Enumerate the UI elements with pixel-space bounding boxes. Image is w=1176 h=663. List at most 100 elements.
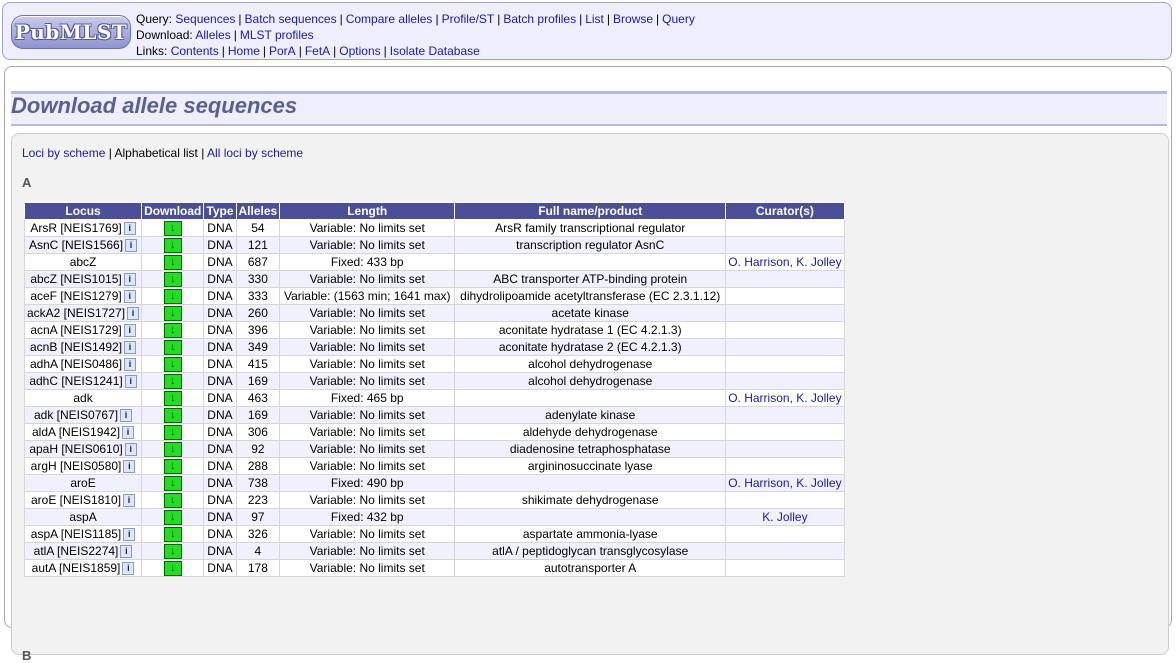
download-icon[interactable]: ↓	[163, 560, 182, 576]
locus-name: atlA [NEIS2274]	[33, 543, 119, 558]
info-icon[interactable]: i	[124, 443, 137, 457]
query-link-batch-profiles[interactable]: Batch profiles	[503, 12, 576, 26]
download-icon[interactable]: ↓	[163, 288, 182, 304]
nav-link-pora[interactable]: PorA	[269, 44, 296, 58]
tab-loci-by-scheme[interactable]: Loci by scheme	[22, 146, 105, 160]
info-icon[interactable]: i	[120, 409, 133, 423]
curator-link[interactable]: O. Harrison, K. Jolley	[728, 476, 841, 490]
nav-link-options[interactable]: Options	[339, 44, 380, 58]
query-link-batch-sequences[interactable]: Batch sequences	[245, 12, 337, 26]
length-cell: Fixed: 432 bp	[279, 508, 456, 526]
download-icon[interactable]: ↓	[163, 543, 182, 559]
length-cell: Variable: No limits set	[279, 338, 456, 356]
full-name-cell: alcohol dehydrogenase	[454, 372, 727, 390]
section-heading-b: B	[22, 648, 32, 663]
info-icon[interactable]: i	[124, 341, 137, 355]
length-cell: Variable: No limits set	[279, 457, 456, 475]
download-icon[interactable]: ↓	[163, 322, 182, 338]
download-icon[interactable]: ↓	[163, 526, 182, 542]
view-tabs: Loci by scheme | Alphabetical list | All…	[22, 146, 303, 160]
download-link-alleles[interactable]: Alleles	[195, 28, 230, 42]
download-icon[interactable]: ↓	[163, 458, 182, 474]
curator-cell	[725, 491, 845, 509]
info-icon[interactable]: i	[122, 562, 135, 576]
info-icon[interactable]: i	[123, 273, 136, 287]
length-cell: Fixed: 433 bp	[279, 253, 456, 271]
full-name-cell: transcription regulator AsnC	[454, 236, 727, 254]
info-icon[interactable]: i	[123, 460, 136, 474]
length-cell: Variable: No limits set	[279, 236, 456, 254]
type-cell: DNA	[203, 304, 237, 322]
table-row: aspA ↓ DNA 97 Fixed: 432 bp K. Jolley	[23, 508, 845, 526]
locus-cell: aldA [NEIS1942] i	[23, 423, 143, 441]
table-row: aldA [NEIS1942] i ↓ DNA 306 Variable: No limi…	[23, 423, 845, 441]
query-link-sequences[interactable]: Sequences	[175, 12, 235, 26]
download-cell: ↓	[141, 457, 205, 475]
info-icon[interactable]: i	[122, 426, 135, 440]
locus-cell: abcZ [NEIS1015] i	[23, 270, 143, 288]
alleles-cell: 687	[235, 253, 281, 271]
link-separator: |	[579, 12, 583, 26]
nav-link-feta[interactable]: FetA	[305, 44, 330, 58]
curator-link[interactable]: O. Harrison, K. Jolley	[728, 255, 841, 269]
info-icon[interactable]: i	[123, 528, 136, 542]
curator-link[interactable]: K. Jolley	[762, 510, 807, 524]
type-cell: DNA	[203, 355, 237, 373]
type-cell: DNA	[203, 542, 237, 560]
download-cell: ↓	[141, 474, 205, 492]
download-icon[interactable]: ↓	[163, 407, 182, 423]
download-cell: ↓	[141, 525, 205, 543]
download-icon[interactable]: ↓	[163, 441, 182, 457]
download-icon[interactable]: ↓	[163, 339, 182, 355]
download-icon[interactable]: ↓	[163, 271, 182, 287]
info-icon[interactable]: i	[120, 545, 133, 559]
info-icon[interactable]: i	[123, 222, 136, 236]
download-link-mlst-profiles[interactable]: MLST profiles	[240, 28, 314, 42]
download-icon[interactable]: ↓	[163, 390, 182, 406]
info-icon[interactable]: i	[123, 494, 136, 508]
download-icon[interactable]: ↓	[163, 492, 182, 508]
download-icon[interactable]: ↓	[163, 424, 182, 440]
tab-all-loci-by-scheme[interactable]: All loci by scheme	[207, 146, 303, 160]
curator-cell	[725, 321, 845, 339]
alleles-cell: 121	[235, 236, 281, 254]
download-icon[interactable]: ↓	[163, 356, 182, 372]
full-name-cell: diadenosine tetraphosphatase	[454, 440, 727, 458]
download-icon[interactable]: ↓	[163, 373, 182, 389]
query-link-browse[interactable]: Browse	[613, 12, 653, 26]
info-icon[interactable]: i	[127, 307, 140, 321]
info-icon[interactable]: i	[124, 375, 137, 389]
nav-link-home[interactable]: Home	[228, 44, 260, 58]
alleles-cell: 333	[235, 287, 281, 305]
download-icon[interactable]: ↓	[163, 237, 182, 253]
download-icon[interactable]: ↓	[163, 509, 182, 525]
info-icon[interactable]: i	[124, 358, 137, 372]
download-icon[interactable]: ↓	[163, 475, 182, 491]
pubmlst-logo[interactable]: PubMLST	[11, 15, 131, 49]
alleles-cell: 288	[235, 457, 281, 475]
curator-cell	[725, 542, 845, 560]
query-link-query[interactable]: Query	[662, 12, 695, 26]
query-link-list[interactable]: List	[585, 12, 604, 26]
query-link-profile-st[interactable]: Profile/ST	[442, 12, 495, 26]
tab-alphabetical-list: Alphabetical list	[114, 146, 198, 160]
info-icon[interactable]: i	[123, 324, 136, 338]
download-links: Alleles | MLST profiles	[195, 28, 313, 42]
info-icon[interactable]: i	[125, 239, 138, 253]
query-label: Query:	[136, 12, 173, 26]
query-link-compare-alleles[interactable]: Compare alleles	[346, 12, 433, 26]
table-row: abcZ [NEIS1015] i ↓ DNA 330 Variable: No limi…	[23, 270, 845, 288]
download-icon[interactable]: ↓	[163, 254, 182, 270]
table-row: AsnC [NEIS1566] i ↓ DNA 121 Variable: No limi…	[23, 236, 845, 254]
curator-cell	[725, 457, 845, 475]
length-cell: Variable: No limits set	[279, 219, 456, 237]
info-icon[interactable]: i	[123, 290, 136, 304]
curator-link[interactable]: O. Harrison, K. Jolley	[728, 391, 841, 405]
download-icon[interactable]: ↓	[163, 305, 182, 321]
nav-link-isolate-database[interactable]: Isolate Database	[390, 44, 480, 58]
table-row: adhC [NEIS1241] i ↓ DNA 169 Variable: No limi…	[23, 372, 845, 390]
nav-link-contents[interactable]: Contents	[171, 44, 219, 58]
download-icon[interactable]: ↓	[163, 220, 182, 236]
download-cell: ↓	[141, 321, 205, 339]
alleles-cell: 396	[235, 321, 281, 339]
